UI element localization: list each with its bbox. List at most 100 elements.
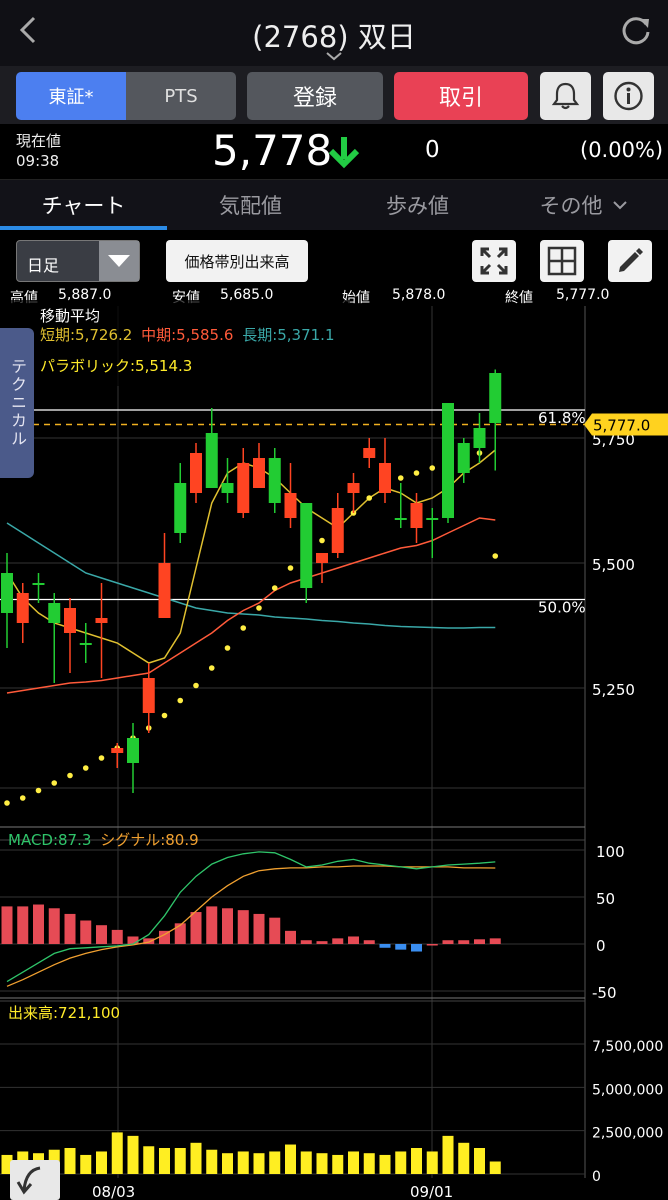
candle-body [363, 448, 376, 458]
volume-legend: 出来高:721,100 [8, 1004, 121, 1022]
period-select[interactable]: 日足 [16, 240, 140, 282]
refresh-icon[interactable] [618, 12, 654, 48]
volume-bar [64, 1148, 76, 1174]
tab-quotes[interactable]: 気配値 [167, 180, 334, 230]
candle-body [127, 738, 139, 763]
macd-histogram-bar [474, 939, 485, 944]
macd-legend: MACD:87.3 シグナル:80.9 [8, 829, 199, 850]
market-pts-button[interactable]: PTS [126, 72, 236, 120]
macd-tick-label: 100 [596, 843, 625, 861]
macd-histogram-bar [489, 938, 501, 944]
macd-histogram-bar [253, 913, 265, 944]
layout-button[interactable] [540, 240, 584, 282]
volume-bar [206, 1149, 218, 1174]
candle-body [205, 433, 218, 488]
macd-tick-label: 0 [596, 937, 606, 955]
parabolic-dot [82, 765, 89, 771]
price-change: 0 [425, 137, 440, 163]
candle-body [79, 643, 92, 645]
parabolic-dot [397, 475, 404, 481]
chevron-down-icon[interactable] [324, 50, 344, 62]
candle-body [48, 603, 61, 623]
volume-bar [96, 1151, 107, 1174]
scroll-handle-button [10, 1160, 60, 1200]
info-button[interactable] [603, 72, 654, 120]
signal-value: シグナル:80.9 [100, 831, 199, 849]
volume-bar [159, 1148, 170, 1174]
macd-histogram-bar [316, 941, 328, 944]
macd-histogram-bar [237, 910, 249, 944]
technical-tab[interactable]: テクニカル [0, 328, 34, 478]
macd-histogram-bar [80, 920, 92, 944]
market-tse-button[interactable]: 東証* [16, 72, 126, 120]
candle-body [142, 678, 155, 713]
volume-bar [111, 1132, 123, 1174]
x-axis-label: 08/03 [92, 1183, 135, 1200]
parabolic-dot [98, 755, 105, 761]
current-price-tag-text: 5,777.0 [593, 417, 650, 435]
period-value: 日足 [27, 256, 60, 275]
tab-chart[interactable]: チャート [0, 180, 167, 230]
candle-body [442, 403, 454, 518]
macd-histogram-bar [111, 929, 123, 944]
volume-bar [80, 1154, 92, 1174]
parabolic-dot [224, 645, 231, 651]
macd-histogram-bar [300, 940, 312, 944]
alert-button[interactable] [540, 72, 591, 120]
volume-bar [395, 1151, 407, 1174]
candle-body [489, 373, 502, 423]
macd-histogram-bar [348, 936, 359, 944]
parabolic-dot [35, 787, 42, 794]
candle-body [111, 748, 124, 753]
ma-long-line [6, 522, 496, 629]
ma-long-value: 長期:5,371.1 [242, 326, 335, 344]
triangle-down-icon [108, 255, 130, 267]
volume-by-price-button[interactable]: 価格帯別出来高 [166, 240, 308, 282]
current-price: 5,778 [212, 126, 333, 175]
volume-bar [379, 1154, 391, 1174]
volume-bar [222, 1153, 233, 1174]
parabolic-dot [271, 585, 278, 591]
candle-body [426, 518, 439, 520]
candle-body [457, 443, 470, 473]
macd-histogram-bar [1, 906, 13, 944]
signal-line [6, 865, 496, 987]
chevron-down-icon[interactable] [612, 198, 628, 212]
info-icon [614, 81, 643, 111]
dropdown-button[interactable] [99, 241, 139, 281]
macd-histogram-bar [395, 944, 407, 950]
stock-chart[interactable]: 5,2505,5005,75061.8%50.0%5,777.0100500-5… [0, 300, 668, 1200]
candle-body [300, 503, 313, 588]
candle-body [174, 483, 187, 533]
register-button[interactable]: 登録 [247, 72, 383, 120]
macd-histogram-bar [379, 944, 391, 948]
candle-body [253, 458, 265, 488]
macd-line [6, 851, 496, 983]
parabolic-dot [287, 565, 294, 571]
volume-bar [458, 1142, 470, 1174]
fullscreen-button[interactable] [472, 240, 516, 282]
parabolic-dot [51, 780, 58, 786]
candle-body [190, 453, 202, 493]
price-summary: 現在値 09:38 5,778 0 (0.00%) [0, 124, 668, 180]
macd-histogram-bar [442, 940, 454, 944]
trade-button[interactable]: 取引 [394, 72, 528, 120]
parabolic-dot [413, 470, 420, 476]
candle-body [64, 608, 76, 633]
candle-body [158, 563, 171, 618]
candle-body [32, 583, 45, 585]
candle-body [347, 483, 360, 493]
draw-button[interactable] [608, 240, 652, 282]
volume-bar [269, 1151, 281, 1174]
market-toggle: 東証* PTS [16, 72, 236, 120]
volume-bar [174, 1148, 186, 1174]
volume-bar [316, 1153, 328, 1174]
parabolic-dot [19, 795, 26, 801]
volume-tick-label: 0 [592, 1169, 601, 1185]
candle-body [473, 428, 486, 448]
macd-histogram-bar [33, 904, 44, 944]
candle-body [1, 573, 13, 613]
volume-bar [143, 1146, 155, 1174]
tab-ticks[interactable]: 歩み値 [334, 180, 501, 230]
parabolic-dot [492, 553, 499, 559]
